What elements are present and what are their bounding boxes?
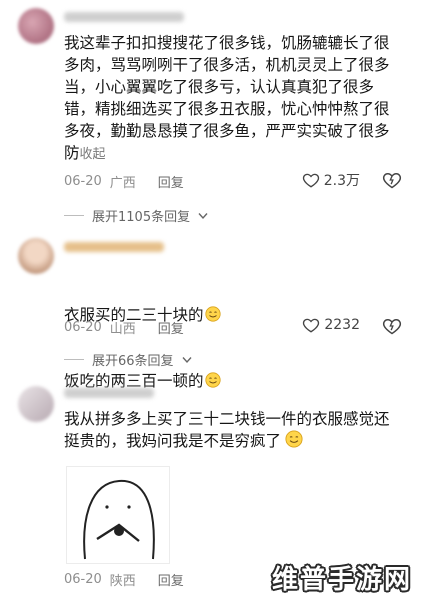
- reply-button[interactable]: 回复: [158, 570, 184, 589]
- comment-body: 我从拼多多上买了三十二块钱一件的衣服感觉还挺贵的，我妈问我是不是穷疯了: [64, 410, 390, 450]
- comment-date: 06-20: [64, 174, 102, 189]
- comment-location: 广西: [109, 176, 136, 191]
- expand-label: 展开1105条回复: [92, 210, 191, 225]
- meme-face-icon: [83, 479, 155, 560]
- heart-icon: [303, 318, 320, 333]
- comment-location: 山西: [109, 322, 136, 337]
- dislike-icon[interactable]: [382, 170, 402, 190]
- like-button[interactable]: 2232: [302, 316, 360, 334]
- dislike-icon[interactable]: [382, 316, 402, 336]
- comment-1: 我这辈子扣扣搜搜花了很多钱，饥肠辘辘长了很多肉，骂骂咧咧干了很多活，机机灵灵上了…: [0, 0, 422, 225]
- comment-2: 衣服买的二三十块的 饭吃的两三百一顿的 06-20 山西 回复 2232 展开6…: [0, 230, 422, 390]
- comment-meta: 06-20 陕西 回复: [64, 570, 184, 589]
- comment-body: 我这辈子扣扣搜搜花了很多钱，饥肠辘辘长了很多肉，骂骂咧咧干了很多活，机机灵灵上了…: [64, 34, 390, 162]
- expand-replies[interactable]: 展开1105条回复: [64, 206, 208, 225]
- like-count: 2232: [324, 317, 360, 333]
- comment-meta: 06-20 广西 回复: [64, 172, 184, 191]
- heart-icon: [302, 173, 319, 188]
- reply-button[interactable]: 回复: [158, 172, 184, 191]
- comment-text: 我这辈子扣扣搜搜花了很多钱，饥肠辘辘长了很多肉，骂骂咧咧干了很多活，机机灵灵上了…: [64, 32, 404, 166]
- comment-text: 我从拼多多上买了三十二块钱一件的衣服感觉还挺贵的，我妈问我是不是穷疯了: [64, 408, 404, 452]
- emoji-smile-icon: [285, 430, 303, 448]
- chevron-down-icon: [182, 356, 192, 363]
- expand-replies[interactable]: 展开66条回复: [64, 350, 192, 369]
- emoji-smile-icon: [204, 306, 221, 322]
- reply-button[interactable]: 回复: [158, 318, 184, 337]
- like-button[interactable]: 2.3万: [302, 170, 360, 190]
- username-blurred[interactable]: [64, 388, 154, 398]
- comment-date: 06-20: [64, 320, 102, 335]
- comment-meta: 06-20 山西 回复: [64, 318, 184, 337]
- watermark: 维普手游网: [271, 565, 412, 595]
- avatar[interactable]: [18, 8, 54, 44]
- expand-label: 展开66条回复: [92, 354, 174, 369]
- avatar[interactable]: [18, 386, 54, 422]
- username-blurred[interactable]: [64, 12, 184, 22]
- chevron-down-icon: [198, 212, 208, 219]
- comment-date: 06-20: [64, 572, 102, 587]
- username-blurred[interactable]: [64, 242, 164, 252]
- collapse-link[interactable]: 收起: [80, 147, 106, 162]
- avatar[interactable]: [18, 238, 54, 274]
- comment-location: 陕西: [109, 574, 136, 589]
- like-count: 2.3万: [323, 173, 360, 189]
- sticker-image[interactable]: [66, 466, 170, 564]
- divider-line: [64, 359, 84, 360]
- divider-line: [64, 215, 84, 216]
